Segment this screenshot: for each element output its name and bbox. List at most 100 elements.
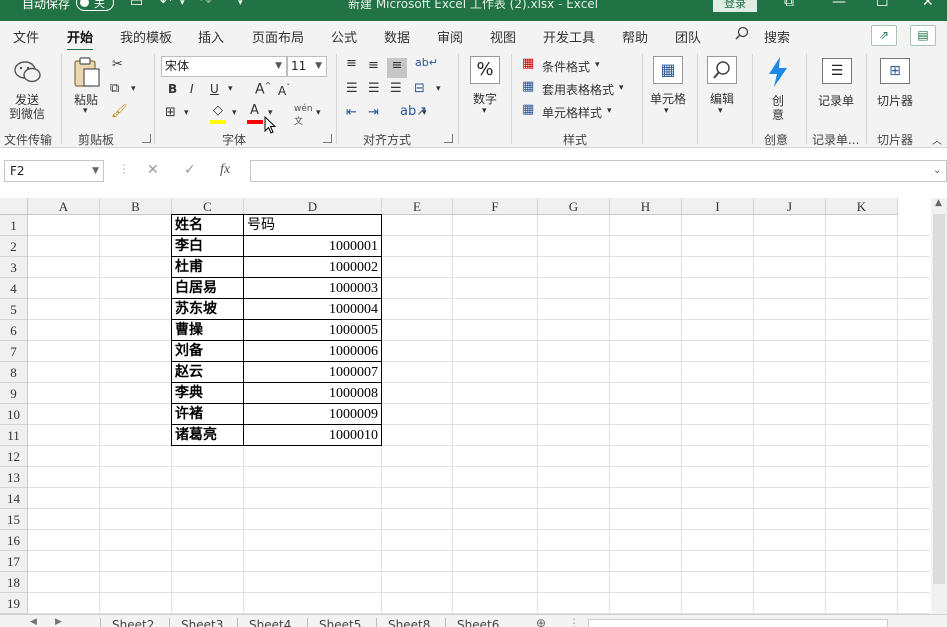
column-header-c[interactable]: C (172, 198, 244, 215)
cell-c3[interactable]: 杜甫 (171, 256, 244, 278)
cell-c5[interactable]: 苏东坡 (171, 298, 244, 320)
tab-formulas[interactable]: 公式 (331, 27, 357, 46)
tab-developer[interactable]: 开发工具 (543, 27, 595, 46)
align-right-icon[interactable]: ☰ (390, 81, 402, 96)
edit-label[interactable]: 编辑 (710, 90, 734, 107)
align-left-icon[interactable]: ☰ (346, 81, 358, 96)
cell-c8[interactable]: 赵云 (171, 361, 244, 383)
tab-home[interactable]: 开始 (67, 27, 94, 52)
minimize-icon[interactable]: — (832, 0, 846, 10)
close-icon[interactable]: ✕ (922, 0, 934, 10)
cell-c10[interactable]: 许褚 (171, 403, 244, 425)
cell-c7[interactable]: 刘备 (171, 340, 244, 362)
cell-c2[interactable]: 李白 (171, 235, 244, 257)
underline-dropdown-icon[interactable]: ▾ (228, 84, 233, 94)
row-header-11[interactable]: 11 (0, 425, 28, 446)
cut-icon[interactable]: ✂ (112, 57, 123, 72)
phonetic-dropdown-icon[interactable]: ▾ (316, 108, 321, 118)
cell-style-label[interactable]: 单元格样式 (542, 104, 602, 121)
column-header-e[interactable]: E (382, 198, 453, 215)
tab-data[interactable]: 数据 (384, 27, 410, 46)
phonetic-icon[interactable]: wén 文 (294, 104, 313, 127)
row-header-14[interactable]: 14 (0, 488, 28, 509)
cell-d8[interactable]: 1000007 (243, 361, 382, 383)
conditional-format-label[interactable]: 条件格式 (542, 58, 590, 75)
row-header-19[interactable]: 19 (0, 593, 28, 614)
autosave-toggle[interactable]: 关 (76, 0, 114, 11)
row-header-5[interactable]: 5 (0, 299, 28, 320)
column-header-h[interactable]: H (610, 198, 682, 215)
search-label[interactable]: 搜索 (764, 27, 790, 46)
vertical-scrollbar[interactable]: ▲ (931, 198, 947, 614)
record-form-icon[interactable]: ☰ (822, 58, 852, 84)
cell-d10[interactable]: 1000009 (243, 403, 382, 425)
slicer-label[interactable]: 切片器 (877, 92, 913, 109)
increase-indent-icon[interactable]: ⇥ (368, 105, 379, 120)
row-header-2[interactable]: 2 (0, 236, 28, 257)
table-format-icon[interactable]: ▦ (522, 79, 534, 94)
cell-d3[interactable]: 1000002 (243, 256, 382, 278)
tab-file[interactable]: 文件 (13, 27, 39, 46)
scroll-up-icon[interactable]: ▲ (935, 198, 942, 208)
tab-view[interactable]: 视图 (490, 27, 516, 46)
align-top-icon[interactable]: ≡ (346, 56, 357, 71)
sheet-tab[interactable]: Sheet2 (112, 618, 154, 627)
font-name-select[interactable]: 宋体 ▼ (161, 56, 287, 77)
search-editing-icon[interactable] (707, 56, 737, 84)
number-label[interactable]: 数字 (473, 90, 497, 107)
name-box[interactable]: F2 ▼ (4, 160, 104, 182)
search-icon[interactable] (735, 26, 749, 40)
conditional-format-dropdown-icon[interactable]: ▾ (595, 60, 600, 70)
select-all-corner[interactable] (0, 198, 28, 215)
tab-my-templates[interactable]: 我的模板 (120, 27, 172, 46)
scroll-right-icon[interactable]: ▶ (55, 617, 62, 627)
horizontal-scrollbar[interactable] (588, 619, 888, 627)
row-header-17[interactable]: 17 (0, 551, 28, 572)
comments-button[interactable]: ▤ (910, 25, 936, 46)
cell-c11[interactable]: 诸葛亮 (171, 424, 244, 446)
column-header-g[interactable]: G (538, 198, 610, 215)
tab-help[interactable]: 帮助 (622, 27, 648, 46)
italic-icon[interactable]: I (190, 82, 194, 96)
cell-d11[interactable]: 1000010 (243, 424, 382, 446)
sheet-tab[interactable]: Sheet5 (319, 618, 361, 627)
undo-dropdown-icon[interactable]: ▾ (180, 0, 185, 8)
font-launcher-icon[interactable] (323, 134, 332, 143)
edit-dropdown-icon[interactable]: ▾ (718, 106, 723, 116)
font-color-icon[interactable]: A (250, 103, 259, 118)
column-header-i[interactable]: I (682, 198, 754, 215)
cell-d5[interactable]: 1000004 (243, 298, 382, 320)
cell-c6[interactable]: 曹操 (171, 319, 244, 341)
sheet-tab[interactable]: Sheet3 (181, 618, 223, 627)
cells-dropdown-icon[interactable]: ▾ (664, 106, 669, 116)
fill-color-icon[interactable]: ◇ (213, 103, 223, 118)
border-dropdown-icon[interactable]: ▾ (184, 108, 189, 118)
record-label[interactable]: 记录单 (818, 92, 854, 109)
undo-icon[interactable]: ↶ (160, 0, 172, 10)
tab-page-layout[interactable]: 页面布局 (252, 27, 304, 46)
column-header-a[interactable]: A (28, 198, 100, 215)
more-options-icon[interactable]: ⋮ (568, 616, 580, 627)
decrease-font-icon[interactable]: Aˇ (278, 83, 290, 98)
share-button[interactable]: ⇗ (871, 25, 897, 46)
cell-d4[interactable]: 1000003 (243, 277, 382, 299)
cells-label[interactable]: 单元格 (650, 90, 686, 107)
scroll-thumb[interactable] (933, 214, 945, 584)
row-header-8[interactable]: 8 (0, 362, 28, 383)
row-header-9[interactable]: 9 (0, 383, 28, 404)
increase-font-icon[interactable]: A^ (255, 81, 271, 98)
row-header-7[interactable]: 7 (0, 341, 28, 362)
font-size-select[interactable]: 11 ▼ (287, 56, 327, 77)
wechat-icon[interactable] (14, 58, 42, 86)
copy-icon[interactable]: ⧉ (110, 81, 119, 96)
cell-d9[interactable]: 1000008 (243, 382, 382, 404)
merge-center-icon[interactable]: ⊟ (414, 81, 425, 96)
decrease-indent-icon[interactable]: ⇤ (346, 105, 357, 120)
enter-icon[interactable]: ✓ (184, 162, 196, 178)
sheet-tab[interactable]: Sheet8 (388, 618, 430, 627)
save-icon[interactable]: ▭ (130, 0, 143, 10)
add-sheet-icon[interactable]: ⊕ (536, 616, 546, 627)
fill-color-dropdown-icon[interactable]: ▾ (232, 108, 237, 118)
merge-dropdown-icon[interactable]: ▾ (436, 84, 441, 94)
table-format-label[interactable]: 套用表格格式 (542, 81, 614, 98)
